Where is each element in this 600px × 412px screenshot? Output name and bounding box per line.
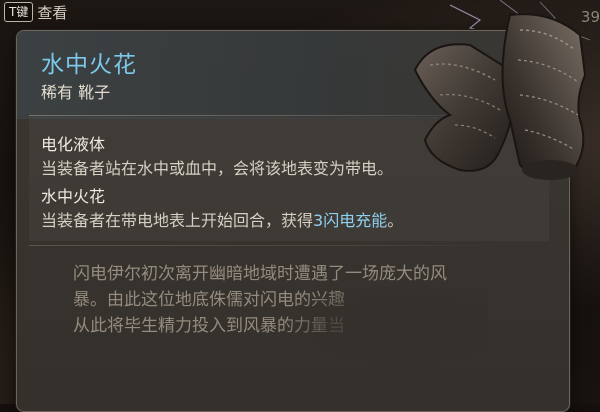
property-description-text: 当装备者在带电地表上开始回合，获得 — [41, 211, 314, 230]
property-description: 当装备者在带电地表上开始回合，获得3闪电充能。 — [41, 207, 403, 231]
flavor-fade-overlay — [287, 281, 487, 371]
inspect-label: 查看 — [37, 3, 68, 22]
item-name: 水中火花 — [41, 52, 137, 78]
boots-icon — [413, 13, 587, 180]
property-description: 当装备者站在水中或血中，会将该地表变为带电。 — [41, 159, 394, 178]
properties-divider — [29, 245, 499, 246]
property-name: 电化液体 — [41, 135, 106, 154]
hint-bar: T键 查看 — [4, 0, 67, 24]
item-rarity-type: 稀有 靴子 — [41, 83, 111, 102]
property-name: 水中火花 — [41, 187, 106, 206]
t-key-badge[interactable]: T键 — [4, 2, 34, 22]
lightning-charge-highlight[interactable]: 3闪电充能 — [313, 211, 387, 230]
property-description-end: 。 — [387, 211, 404, 230]
